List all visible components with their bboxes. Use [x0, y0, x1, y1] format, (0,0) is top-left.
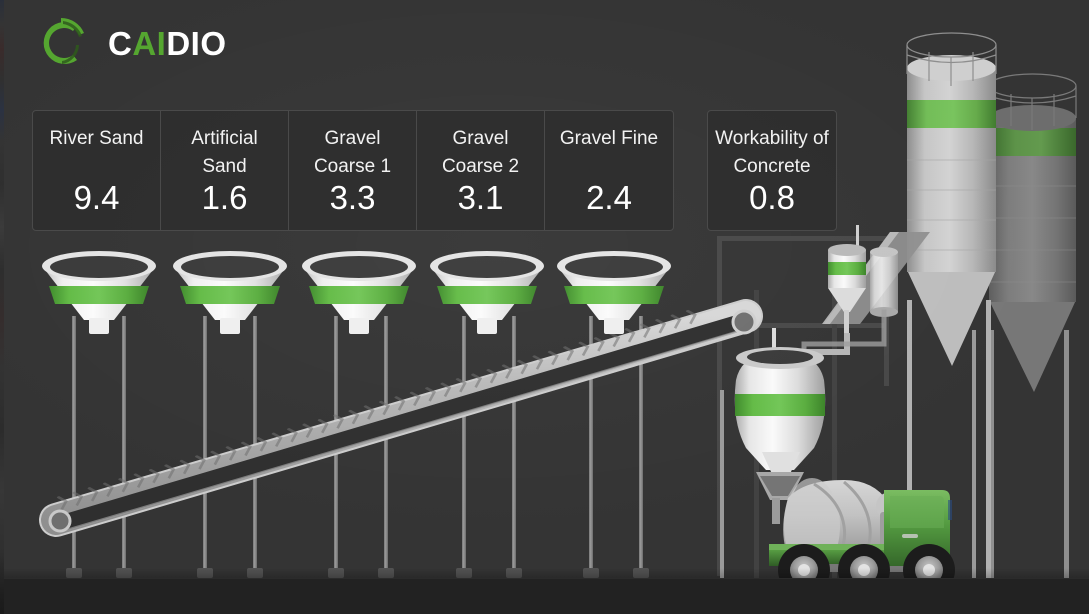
kpi-label: Gravel Coarse 2	[441, 128, 520, 177]
brand-logo[interactable]: CAIDIO	[30, 12, 227, 74]
aggregate-funnels	[42, 251, 671, 334]
caidio-c-mark-icon	[43, 17, 84, 64]
kpi-card-artificial-sand[interactable]: Artificial Sand 1.6	[161, 111, 289, 230]
conveyor-belt	[39, 299, 763, 537]
kpi-label: Workability of Concrete	[715, 128, 829, 177]
kpi-label: Artificial Sand	[191, 128, 258, 177]
funnel-gravel-coarse-2	[430, 251, 544, 334]
kpi-card-river-sand[interactable]: River Sand 9.4	[33, 111, 161, 230]
kpi-card-row: River Sand 9.4 Artificial Sand 1.6 Grave…	[32, 110, 837, 231]
kpi-label: Gravel Coarse 1	[313, 128, 392, 177]
kpi-label: River Sand	[49, 128, 144, 149]
aggregate-card-group: River Sand 9.4 Artificial Sand 1.6 Grave…	[32, 110, 674, 231]
brand-wordmark: CAIDIO	[108, 27, 227, 60]
funnel-artificial-sand	[173, 251, 287, 334]
funnel-gravel-fine	[557, 251, 671, 334]
kpi-value: 0.8	[749, 179, 795, 216]
funnel-gravel-coarse-1	[302, 251, 416, 334]
background-window-sliver	[0, 0, 4, 614]
wordmark-c: C	[108, 24, 133, 62]
kpi-label: Gravel Fine	[559, 128, 659, 149]
kpi-value: 1.6	[201, 179, 248, 216]
kpi-value: 3.3	[329, 179, 376, 216]
kpi-card-gravel-coarse-1[interactable]: Gravel Coarse 1 3.3	[289, 111, 417, 230]
mixer-vessel	[734, 347, 826, 484]
kpi-card-gravel-coarse-2[interactable]: Gravel Coarse 2 3.1	[417, 111, 545, 230]
kpi-value: 2.4	[586, 179, 632, 216]
funnel-river-sand	[42, 251, 156, 334]
kpi-card-workability-of-concrete[interactable]: Workability of Concrete 0.8	[707, 110, 837, 231]
wordmark-dio: DIO	[166, 24, 227, 62]
kpi-value: 9.4	[73, 179, 120, 216]
plant-schematic-illustration	[39, 32, 1077, 596]
dashboard-screen: CAIDIO River Sand 9.4 Artificial Sand 1.…	[0, 0, 1089, 614]
dashboard-panel: CAIDIO River Sand 9.4 Artificial Sand 1.…	[4, 0, 1089, 614]
kpi-value: 3.1	[457, 179, 504, 216]
wordmark-ai: AI	[132, 24, 167, 62]
cement-cylinder	[870, 247, 898, 317]
kpi-card-gravel-fine[interactable]: Gravel Fine 2.4	[545, 111, 673, 230]
ground-strip	[4, 578, 1089, 614]
cement-silo-back	[988, 73, 1077, 578]
